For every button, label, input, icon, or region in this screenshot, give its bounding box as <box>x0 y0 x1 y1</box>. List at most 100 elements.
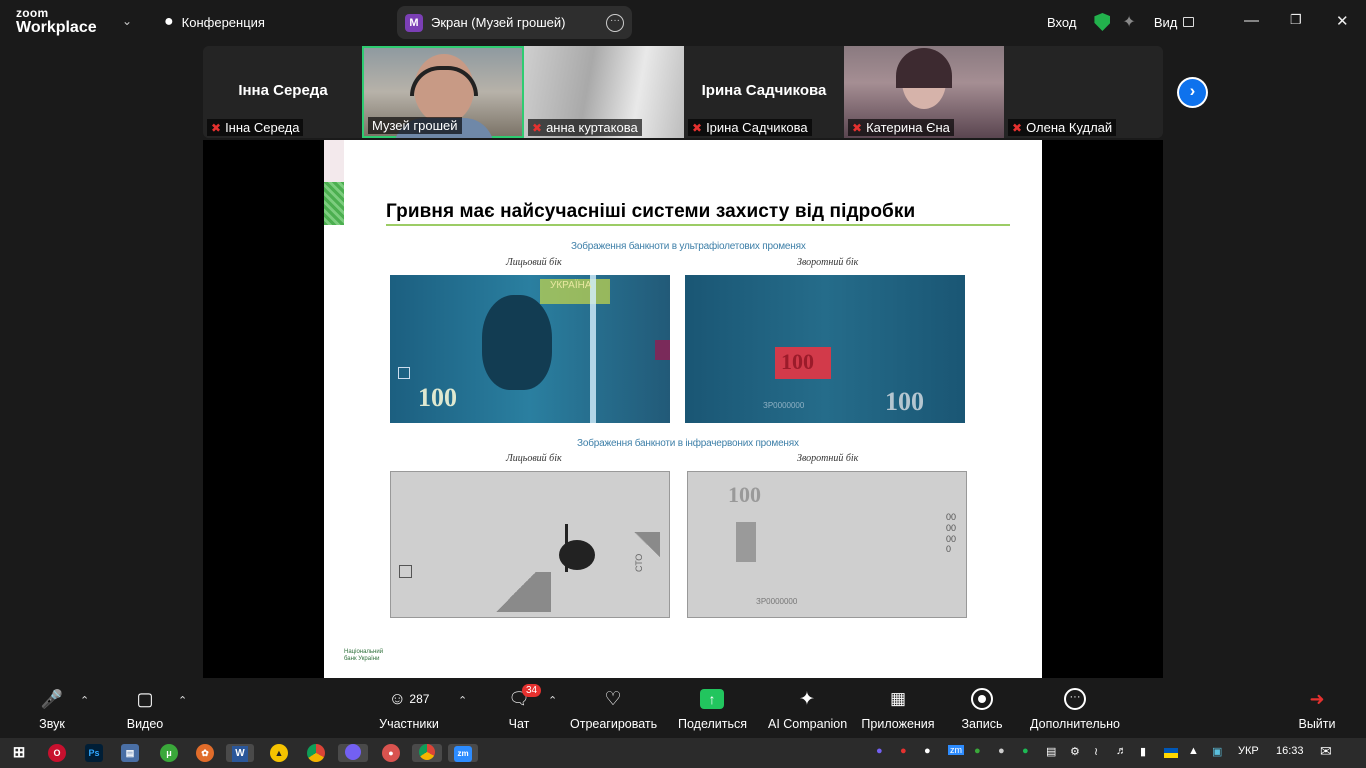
tray-icon-4[interactable]: ▤ <box>1046 745 1056 758</box>
audio-options-caret[interactable]: ⌃ <box>80 694 89 707</box>
uv-back-center-denomination: 100 <box>781 349 814 374</box>
participants-label: Участники <box>379 717 439 731</box>
participant-tile[interactable]: Інна Середа ✖ Інна Середа <box>203 46 363 138</box>
view-button[interactable]: Вид <box>1154 15 1195 30</box>
deco-green <box>324 182 344 225</box>
logo-brand-bottom: Workplace <box>16 19 97 36</box>
presentation-slide: Гривня має найсучасніші системи захисту … <box>324 140 1042 678</box>
tray-icon-red[interactable]: ● <box>900 745 907 757</box>
more-options-icon[interactable]: ··· <box>606 13 624 32</box>
volume-icon[interactable]: ♬ <box>1116 745 1127 757</box>
tray-icon-2[interactable]: ● <box>998 745 1005 757</box>
participant-strip: Інна Середа ✖ Інна Середа Музей грошей ✖ а… <box>203 46 1163 138</box>
participant-tile[interactable]: ✖ анна куртакова <box>524 46 684 138</box>
participant-tile[interactable]: ✖ Олена Кудлай <box>1004 46 1163 138</box>
ukraine-flag-icon[interactable] <box>1164 748 1178 758</box>
ir-back-serial: ЗР0000000 <box>756 597 798 606</box>
react-label: Отреагировать <box>570 717 658 731</box>
leave-icon: ➜ <box>1309 688 1325 709</box>
save-app-icon[interactable]: ▤ <box>121 744 139 762</box>
ai-companion-button[interactable]: ✦ AI Companion <box>768 686 847 732</box>
ir-brush-mark <box>565 524 568 572</box>
mic-muted-icon: 🎤 <box>40 688 64 709</box>
opera-icon[interactable]: O <box>48 744 66 762</box>
app-triangle-icon[interactable]: ▲ <box>270 744 288 762</box>
participant-tile[interactable]: ✖ Катерина Єна <box>844 46 1004 138</box>
chat-icon: 🗨 34 <box>502 684 542 712</box>
participants-options-caret[interactable]: ⌃ <box>458 694 467 707</box>
leave-label: Выйти <box>1298 717 1336 731</box>
app-icon[interactable]: ✿ <box>196 744 214 762</box>
viber-tray-icon[interactable]: ● <box>876 745 883 757</box>
audio-label: Звук <box>39 717 65 731</box>
next-participants-button[interactable]: › <box>1177 77 1208 108</box>
share-screen-button[interactable]: ↑ Поделиться <box>678 686 747 731</box>
share-screen-icon: ↑ <box>678 686 746 712</box>
utorrent-icon[interactable]: μ <box>160 744 178 762</box>
restore-icon[interactable]: ❐ <box>1290 12 1302 28</box>
audio-button[interactable]: 🎤 Звук <box>32 686 72 732</box>
more-button[interactable]: ··· Дополнительно <box>1030 686 1120 731</box>
ir-front-label: Лицьовий бік <box>506 453 562 464</box>
windows-start-icon[interactable]: ⊞ <box>10 744 28 762</box>
more-icon: ··· <box>1030 686 1120 712</box>
video-button[interactable]: ▢ Видео <box>122 686 168 732</box>
hair-graphic <box>896 48 952 88</box>
network-icon[interactable]: ≀ <box>1094 745 1098 758</box>
participant-tile-active-speaker[interactable]: Музей грошей <box>362 46 524 138</box>
uv-back-denomination: 100 <box>885 387 924 416</box>
viber-taskbar-slot[interactable] <box>338 744 368 762</box>
participant-big-name: Ірина Садчикова <box>701 82 827 99</box>
close-icon[interactable]: ✕ <box>1336 12 1349 30</box>
tray-icon[interactable]: ● <box>924 745 931 757</box>
chrome-taskbar-slot[interactable] <box>412 744 442 762</box>
video-options-caret[interactable]: ⌃ <box>178 694 187 707</box>
leave-button[interactable]: ➜ Выйти <box>1298 686 1336 732</box>
ai-sparkle-icon[interactable]: ✦ <box>1122 12 1135 32</box>
uv-back-label: Зворотний бік <box>797 257 859 268</box>
participant-tile[interactable]: Ірина Садчикова ✖ Ірина Садчикова <box>684 46 844 138</box>
utorrent-tray-icon[interactable]: ● <box>974 745 981 757</box>
zoom-tray-icon[interactable]: zm <box>948 745 964 755</box>
tray-icon-3[interactable]: ● <box>1022 745 1029 757</box>
clock-time[interactable]: 16:33 <box>1276 745 1304 757</box>
react-button[interactable]: ♡ Отреагировать <box>570 686 658 732</box>
word-taskbar-slot[interactable]: W <box>226 744 254 762</box>
apps-button[interactable]: ▦ Приложения <box>860 686 936 731</box>
windows-taskbar: ⊞ O Ps ▤ μ ✿ W ▲ ● zm ● ● ● zm ● ● ● ▤ ⚙… <box>0 738 1366 768</box>
record-button[interactable]: Запись <box>960 686 1004 731</box>
security-tray-icon[interactable]: ▲ <box>1188 745 1199 757</box>
sign-in-link[interactable]: Вход <box>1047 15 1076 30</box>
participants-button[interactable]: ☺ 287 Участники <box>378 686 440 731</box>
battery-icon[interactable]: ▮ <box>1140 745 1146 758</box>
minimize-icon[interactable]: — <box>1244 12 1259 29</box>
chevron-down-icon[interactable]: ⌄ <box>122 14 132 28</box>
tactile-square <box>398 367 410 379</box>
keyboard-language[interactable]: УКР <box>1238 745 1259 757</box>
meeting-info-button[interactable]: ● Конференция <box>164 13 265 31</box>
video-off-icon: ▢ <box>136 688 154 709</box>
top-right-controls: Вход ✦ Вид <box>1047 12 1195 32</box>
video-label: Видео <box>126 717 164 731</box>
tray-icon-6[interactable]: ▣ <box>1212 745 1222 758</box>
zoom-taskbar-slot[interactable]: zm <box>448 744 478 762</box>
security-shield-icon[interactable] <box>1094 13 1111 31</box>
photoshop-icon[interactable]: Ps <box>85 744 103 762</box>
tray-icon-5[interactable]: ⚙ <box>1070 745 1080 758</box>
tactile-square <box>399 565 412 578</box>
notifications-icon[interactable]: ✉ <box>1320 743 1332 760</box>
participant-label: ✖ Катерина Єна <box>848 119 954 136</box>
mic-muted-icon: ✖ <box>852 120 863 135</box>
zoom-logo[interactable]: zoom Workplace <box>16 7 97 36</box>
security-thread <box>590 275 596 423</box>
chrome-icon[interactable] <box>307 744 325 762</box>
slide-title: Гривня має найсучасніші системи захисту … <box>386 201 916 222</box>
mic-muted-icon: ✖ <box>532 120 543 135</box>
ir-back-vertical-serial: 0000000 <box>946 512 957 555</box>
screen-share-indicator[interactable]: M Экран (Музей грошей) ··· <box>397 6 632 39</box>
apps-icon: ▦ <box>889 689 907 708</box>
chat-options-caret[interactable]: ⌃ <box>548 694 557 707</box>
chat-button[interactable]: 🗨 34 Чат <box>502 684 542 731</box>
participant-name: Ірина Садчикова <box>706 120 808 135</box>
app-icon-2[interactable]: ● <box>382 744 400 762</box>
